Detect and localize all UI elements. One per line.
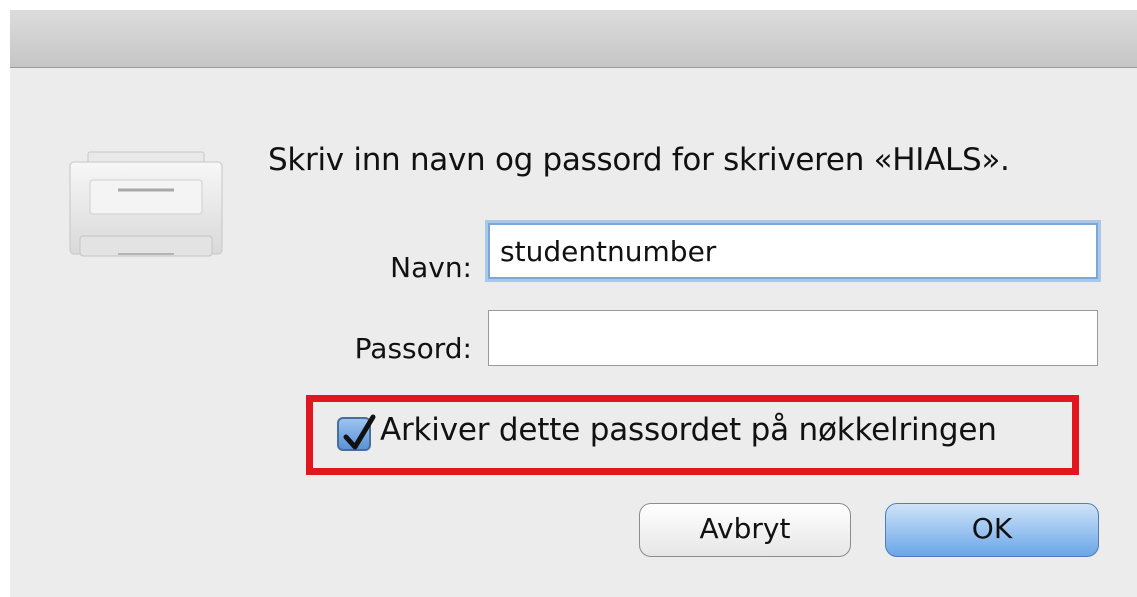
login-dialog: Skriv inn navn og passord for skriveren … (10, 10, 1137, 597)
dialog-titlebar[interactable] (10, 10, 1137, 68)
checkmark-icon (343, 414, 376, 450)
password-field[interactable] (488, 310, 1098, 366)
password-label: Passord: (354, 332, 472, 365)
name-field[interactable] (488, 223, 1098, 279)
remember-password-label[interactable]: Arkiver dette passordet på nøkkelringen (380, 412, 997, 448)
dialog-prompt: Skriv inn navn og passord for skriveren … (268, 142, 1010, 178)
name-label: Navn: (390, 251, 472, 284)
cancel-button[interactable]: Avbryt (639, 503, 851, 557)
ok-button[interactable]: OK (885, 503, 1099, 557)
remember-password-checkbox[interactable] (337, 414, 376, 451)
printer-icon (66, 150, 226, 270)
